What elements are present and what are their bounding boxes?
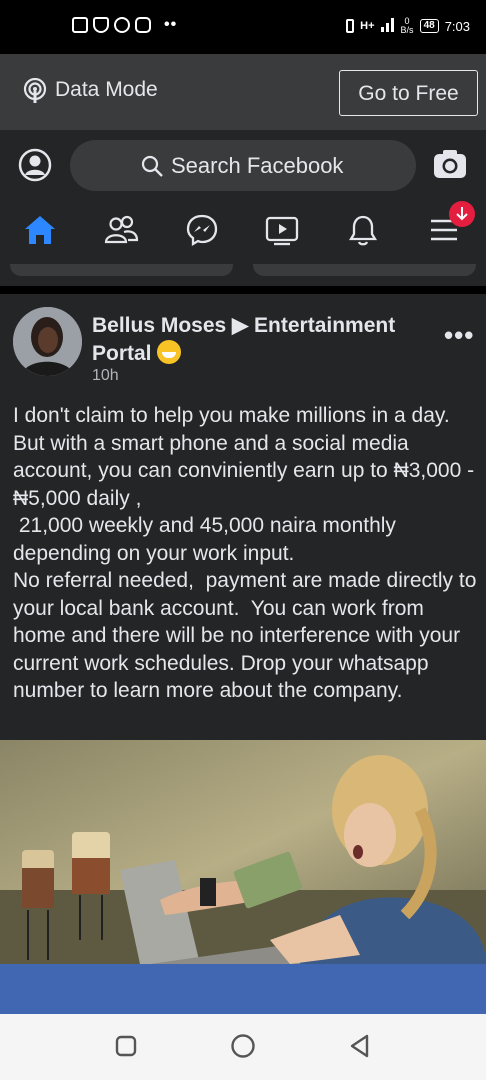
whatsapp-icon: [114, 17, 130, 33]
feed-separator: [0, 286, 486, 294]
system-navigation-bar: [0, 1014, 486, 1080]
download-arrow-icon: [456, 207, 468, 221]
system-status: H+ 0 B/s 48 7:03: [346, 17, 470, 35]
post-image[interactable]: [0, 740, 486, 964]
post-timestamp[interactable]: 10h: [92, 367, 119, 385]
data-mode-bar: Data Mode Go to Free: [0, 54, 486, 130]
recents-square-icon[interactable]: [112, 1032, 140, 1060]
home-icon: [25, 216, 55, 244]
tab-messenger[interactable]: [184, 212, 220, 248]
tab-notifications[interactable]: [345, 212, 381, 248]
messenger-icon: [186, 214, 218, 247]
top-header: Search Facebook: [0, 130, 486, 264]
home-circle-icon[interactable]: [229, 1032, 257, 1060]
back-triangle-icon[interactable]: [346, 1032, 374, 1060]
tab-home[interactable]: [22, 212, 58, 248]
notification-icons: ••: [72, 16, 177, 34]
go-to-free-button[interactable]: Go to Free: [339, 70, 478, 116]
post-author[interactable]: Bellus Moses ▶ Entertainment Portal: [92, 312, 422, 368]
tab-friends[interactable]: [103, 212, 139, 248]
signal-bars-icon: [380, 17, 395, 35]
sms-icon: [72, 17, 88, 33]
post-photo: [0, 740, 486, 964]
clock: 7:03: [444, 18, 470, 34]
data-rate: 0 B/s: [401, 17, 414, 35]
vpn-shield-icon: [93, 17, 109, 33]
battery-indicator: 48: [419, 19, 439, 33]
previous-post-actions: [0, 264, 486, 286]
post-options-button[interactable]: •••: [444, 320, 474, 351]
tab-bar: [0, 200, 486, 260]
tab-watch[interactable]: [264, 212, 300, 248]
avatar-photo: [13, 307, 82, 376]
data-mode-icon: [23, 78, 47, 103]
search-input[interactable]: Search Facebook: [70, 140, 416, 191]
author-name: Bellus Moses ▶ Entertainment Portal: [92, 314, 396, 365]
profile-icon[interactable]: [18, 148, 52, 182]
camera-icon[interactable]: [433, 148, 467, 180]
grinning-emoji-icon: [157, 340, 182, 364]
data-mode-label: Data Mode: [55, 78, 158, 101]
status-bar: •• H+ 0 B/s 48 7:03: [0, 0, 486, 54]
watch-icon: [265, 216, 299, 246]
friends-icon: [104, 215, 139, 244]
facebook-lite-screen: •• H+ 0B/s 48 7:03 Data Mode Go to Free: [0, 0, 486, 1080]
previous-share-button[interactable]: [253, 264, 476, 276]
feed-post: Bellus Moses ▶ Entertainment Portal 10h …: [0, 294, 486, 740]
vibrate-icon: [346, 19, 355, 33]
more-notifications-dots: ••: [164, 16, 178, 33]
link-preview-bar[interactable]: [0, 964, 486, 1014]
search-icon: [141, 155, 163, 177]
network-type: H+: [360, 20, 375, 32]
menu-update-badge: [449, 201, 475, 227]
notifications-icon: [348, 215, 378, 246]
search-placeholder: Search Facebook: [171, 153, 344, 178]
post-text: I don't claim to help you make millions …: [13, 404, 477, 702]
author-avatar[interactable]: [13, 307, 82, 376]
previous-comment-button[interactable]: [10, 264, 233, 276]
instagram-icon: [135, 17, 151, 33]
data-rate-unit: B/s: [400, 25, 414, 35]
